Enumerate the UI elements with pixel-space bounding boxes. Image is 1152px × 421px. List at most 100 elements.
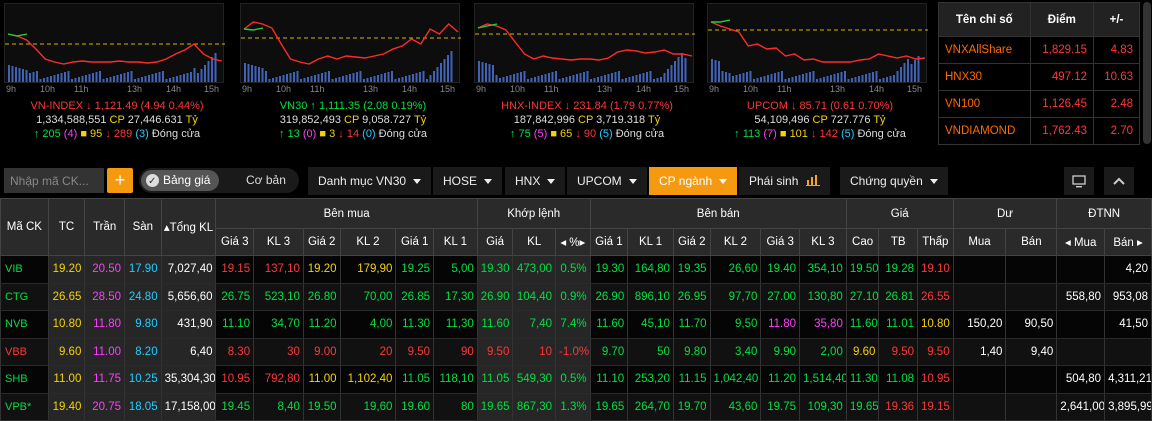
- summary-row[interactable]: HNX30 497.12 10.63: [938, 63, 1140, 91]
- table-cell: 7,027,40: [160, 255, 217, 284]
- tab-hose[interactable]: HOSE: [433, 167, 503, 195]
- table-cell: 97,70: [709, 283, 762, 311]
- intraday-chart[interactable]: [4, 3, 225, 83]
- intraday-chart[interactable]: [707, 3, 928, 83]
- table-cell: 43,60: [709, 393, 762, 421]
- table-cell: 11.60: [845, 310, 880, 339]
- index-panel-upcom[interactable]: 9h 10h 11h 13h 14h 15h UPCOM ↓ 85.71 (0.61 0.…: [705, 0, 935, 160]
- subheader-col[interactable]: TB: [878, 228, 918, 256]
- index-panel-vn30[interactable]: 9h 10h 11h 13h 14h 15h VN30 ↑ 1,111.35 (2.08 …: [238, 0, 468, 160]
- subheader-col[interactable]: ◂ Mua: [1056, 228, 1106, 256]
- subheader-col[interactable]: KL 3: [253, 228, 304, 256]
- table-cell: 11.70: [672, 310, 711, 339]
- table-cell: 11.00: [84, 338, 125, 366]
- table-row[interactable]: NVB 10.80 11.80 9.80 431,90 11.10 34,70 11.20 4,…: [0, 310, 1152, 339]
- table-cell: 19.15: [917, 393, 954, 421]
- subheader-col[interactable]: ◂ %▸: [555, 228, 591, 256]
- stock-code[interactable]: VBB: [0, 338, 49, 366]
- subheader-col[interactable]: Mua: [952, 228, 1007, 256]
- stock-code[interactable]: CTG: [0, 283, 49, 311]
- price-board: Mã CK TC Trần Sàn ▴Tổng KL Bên mua Khớp …: [0, 198, 1152, 421]
- ref-count: 95: [90, 128, 103, 140]
- arrow-down-icon: ↓: [810, 128, 817, 140]
- subheader-col[interactable]: Bán ▸: [1104, 228, 1152, 256]
- tab-vn30[interactable]: Danh mục VN30: [308, 167, 432, 195]
- unit-label: Tỷ: [413, 114, 427, 126]
- subheader-col[interactable]: KL 3: [799, 228, 847, 256]
- ref-count: 3: [329, 128, 336, 140]
- table-cell: [952, 393, 1007, 421]
- subheader-col[interactable]: KL 2: [339, 228, 397, 256]
- stock-code[interactable]: SHB: [0, 365, 49, 394]
- time-axis: 9h 10h 11h 13h 14h 15h: [476, 84, 696, 96]
- time-tick: 14h: [166, 84, 182, 94]
- table-cell: 792,80: [253, 365, 304, 394]
- subheader-col[interactable]: KL: [512, 228, 557, 256]
- table-cell: 26.95: [672, 283, 711, 311]
- table-row[interactable]: VIB 19.20 20.50 17.90 7,027,40 19.15 137,10 19.…: [0, 255, 1152, 284]
- header-floor[interactable]: Sàn: [124, 198, 162, 256]
- table-cell: 35,304,30: [160, 365, 217, 394]
- intraday-chart[interactable]: [240, 3, 461, 83]
- subheader-col[interactable]: Thấp: [917, 228, 954, 256]
- subheader-col[interactable]: Cao: [845, 228, 880, 256]
- header-ref[interactable]: TC: [47, 198, 86, 256]
- subheader-col[interactable]: Giá 1: [395, 228, 435, 256]
- intraday-chart[interactable]: [474, 3, 695, 83]
- table-cell: 9.60: [845, 338, 880, 366]
- table-cell: 45,10: [627, 310, 674, 339]
- index-panel-hnx-index[interactable]: 9h 10h 11h 13h 14h 15h HNX-INDEX ↓ 231.84 (1.…: [472, 0, 702, 160]
- table-cell: 11.05: [476, 365, 514, 394]
- cp-label: CP: [344, 114, 360, 126]
- table-cell: [1104, 338, 1152, 366]
- summary-row[interactable]: VNXAllShare 1,829.15 4.83: [938, 36, 1140, 64]
- table-row[interactable]: VBB 9.60 11.00 8.20 6,40 8.30 30 9.00 20 9.50 90 9.…: [0, 338, 1152, 366]
- index-panel-vn-index[interactable]: 9h 10h 11h 13h 14h 15h VN-INDEX ↓ 1,121.49 (4…: [2, 0, 232, 160]
- table-cell: 20.75: [84, 393, 125, 421]
- arrow-up-icon: ↑: [310, 100, 316, 112]
- header-ceil[interactable]: Trần: [84, 198, 125, 256]
- tab-cp-nganh[interactable]: CP ngành: [649, 167, 738, 195]
- time-tick: 15h: [674, 84, 690, 94]
- tab-warrants[interactable]: Chứng quyền: [840, 167, 948, 195]
- tab-upcom[interactable]: UPCOM: [567, 167, 647, 195]
- time-tick: 9h: [709, 84, 720, 94]
- subheader-col[interactable]: KL 2: [709, 228, 762, 256]
- stock-search-input[interactable]: [4, 168, 104, 193]
- table-cell: 19.36: [878, 393, 918, 421]
- summary-scrollbar[interactable]: [1143, 2, 1151, 144]
- subheader-col[interactable]: Giá 2: [672, 228, 711, 256]
- subheader-col[interactable]: Giá 3: [760, 228, 800, 256]
- table-cell: 9.70: [589, 338, 629, 366]
- add-stock-button[interactable]: +: [107, 168, 133, 193]
- subheader-col[interactable]: Bán: [1005, 228, 1058, 256]
- subheader-col[interactable]: KL 1: [627, 228, 674, 256]
- table-row[interactable]: CTG 26.65 28.50 24.80 5,656,60 26.75 523,10 26.…: [0, 283, 1152, 311]
- stock-code[interactable]: NVB: [0, 310, 49, 339]
- subheader-col[interactable]: Giá 1: [589, 228, 629, 256]
- summary-row[interactable]: VN100 1,126.45 2.48: [938, 90, 1140, 118]
- subheader-col[interactable]: Giá: [476, 228, 514, 256]
- toggle-basic[interactable]: Cơ bản: [246, 173, 286, 187]
- table-row[interactable]: SHB 11.00 11.75 10.25 35,304,30 10.95 792,80 11…: [0, 365, 1152, 394]
- tab-hnx[interactable]: HNX: [505, 167, 566, 195]
- table-cell: 10.80: [47, 310, 86, 339]
- view-toggle[interactable]: Bảng giá Cơ bản: [139, 168, 299, 193]
- display-settings-button[interactable]: [1064, 167, 1094, 195]
- table-cell: 11.05: [395, 365, 435, 394]
- stock-code[interactable]: VPB*: [0, 393, 49, 421]
- summary-row[interactable]: VNDIAMOND 1,762.43 2.70: [938, 117, 1140, 145]
- table-cell: 10.25: [124, 365, 162, 394]
- header-code[interactable]: Mã CK: [0, 198, 49, 256]
- header-total-volume[interactable]: ▴Tổng KL: [160, 198, 217, 256]
- tab-derivatives[interactable]: Phái sinh: [739, 167, 830, 195]
- table-row[interactable]: VPB* 19.40 20.75 18.05 17,158,00 19.45 8,40 19.…: [0, 393, 1152, 421]
- collapse-button[interactable]: [1104, 167, 1134, 195]
- toggle-price-board[interactable]: Bảng giá: [141, 170, 219, 192]
- stock-code[interactable]: VIB: [0, 255, 49, 284]
- header-match: Khớp lệnh: [476, 198, 591, 229]
- subheader-col[interactable]: Giá 3: [215, 228, 255, 256]
- subheader-col[interactable]: Giá 2: [302, 228, 341, 256]
- subheader-col[interactable]: KL 1: [433, 228, 478, 256]
- table-cell: 19.65: [845, 393, 880, 421]
